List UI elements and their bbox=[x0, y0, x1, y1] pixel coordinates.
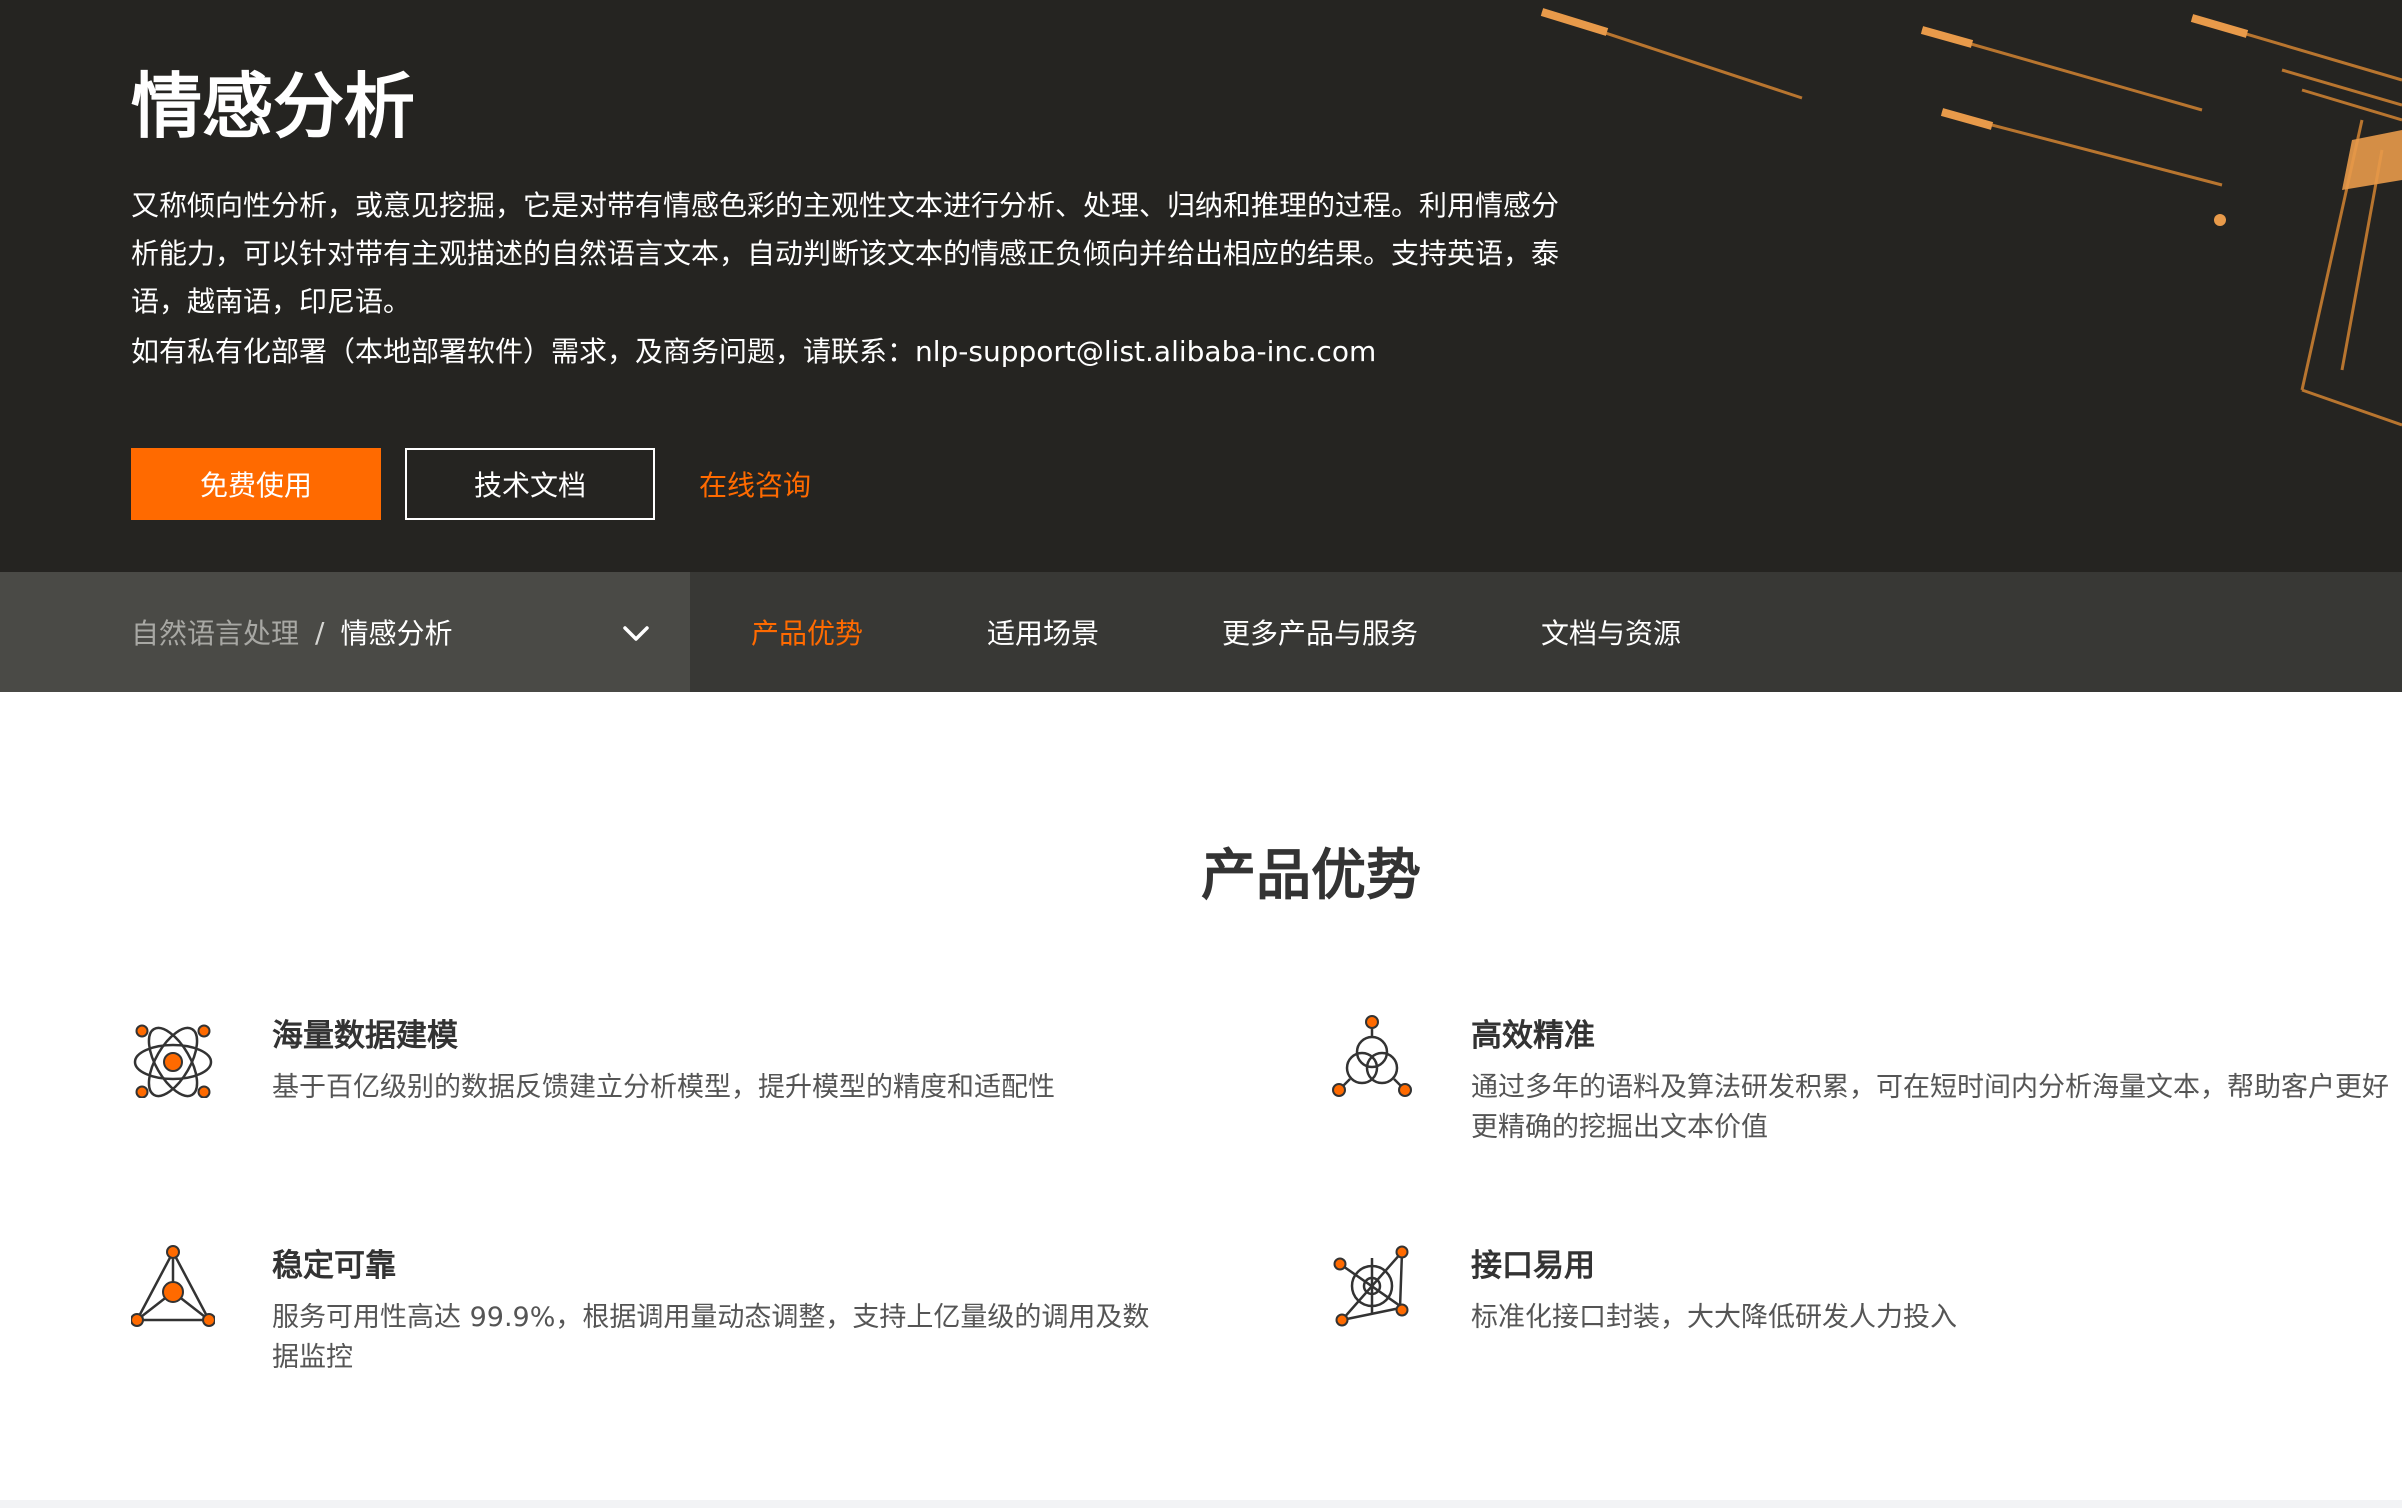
venn-circles-icon bbox=[1332, 1015, 1412, 1097]
target-network-icon bbox=[1333, 1245, 1409, 1327]
feature-description: 标准化接口封装，大大降低研发人力投入 bbox=[1471, 1302, 1957, 1333]
page-title: 情感分析 bbox=[131, 65, 416, 148]
breadcrumb: 自然语言处理 / 情感分析 bbox=[131, 572, 452, 692]
tab-advantages[interactable]: 产品优势 bbox=[751, 572, 863, 692]
feature-title: 接口易用 bbox=[1471, 1248, 1595, 1284]
breadcrumb-dropdown[interactable]: 自然语言处理 / 情感分析 bbox=[0, 572, 690, 692]
hero-contact-info: 如有私有化部署（本地部署软件）需求，及商务问题，请联系：nlp-support@… bbox=[131, 335, 1377, 368]
breadcrumb-parent-link[interactable]: 自然语言处理 bbox=[131, 612, 299, 652]
chevron-down-icon[interactable] bbox=[618, 615, 654, 651]
tab-more-products[interactable]: 更多产品与服务 bbox=[1222, 572, 1418, 692]
triangle-network-icon bbox=[131, 1245, 215, 1327]
hero-banner: 情感分析 又称倾向性分析，或意见挖掘，它是对带有情感色彩的主观性文本进行分析、处… bbox=[0, 0, 2402, 572]
tech-docs-button[interactable]: 技术文档 bbox=[405, 448, 655, 520]
tab-docs-resources[interactable]: 文档与资源 bbox=[1541, 572, 1681, 692]
feature-description: 通过多年的语料及算法研发积累，可在短时间内分析海量文本，帮助客户更好更精确的挖掘… bbox=[1471, 1072, 2389, 1143]
hero-decoration-art bbox=[1540, 8, 2402, 427]
feature-title: 高效精准 bbox=[1471, 1018, 1595, 1054]
feature-description: 基于百亿级别的数据反馈建立分析模型，提升模型的精度和适配性 bbox=[272, 1072, 1055, 1103]
page-bottom-divider bbox=[0, 1500, 2402, 1508]
online-consult-link[interactable]: 在线咨询 bbox=[682, 448, 832, 520]
product-nav-bar: 自然语言处理 / 情感分析 产品优势 适用场景 更多产品与服务 文档与资源 bbox=[0, 572, 2402, 692]
breadcrumb-separator: / bbox=[315, 615, 325, 649]
hero-description: 又称倾向性分析，或意见挖掘，它是对带有情感色彩的主观性文本进行分析、处理、归纳和… bbox=[131, 189, 1560, 318]
atom-icon bbox=[133, 1024, 213, 1098]
free-use-button[interactable]: 免费使用 bbox=[131, 448, 381, 520]
section-title-advantages: 产品优势 bbox=[1200, 843, 1421, 907]
tab-scenarios[interactable]: 适用场景 bbox=[987, 572, 1099, 692]
feature-description: 服务可用性高达 99.9%，根据调用量动态调整，支持上亿量级的调用及数据监控 bbox=[272, 1302, 1150, 1373]
feature-title: 海量数据建模 bbox=[272, 1018, 458, 1054]
feature-title: 稳定可靠 bbox=[272, 1248, 396, 1284]
breadcrumb-current: 情感分析 bbox=[340, 617, 453, 650]
